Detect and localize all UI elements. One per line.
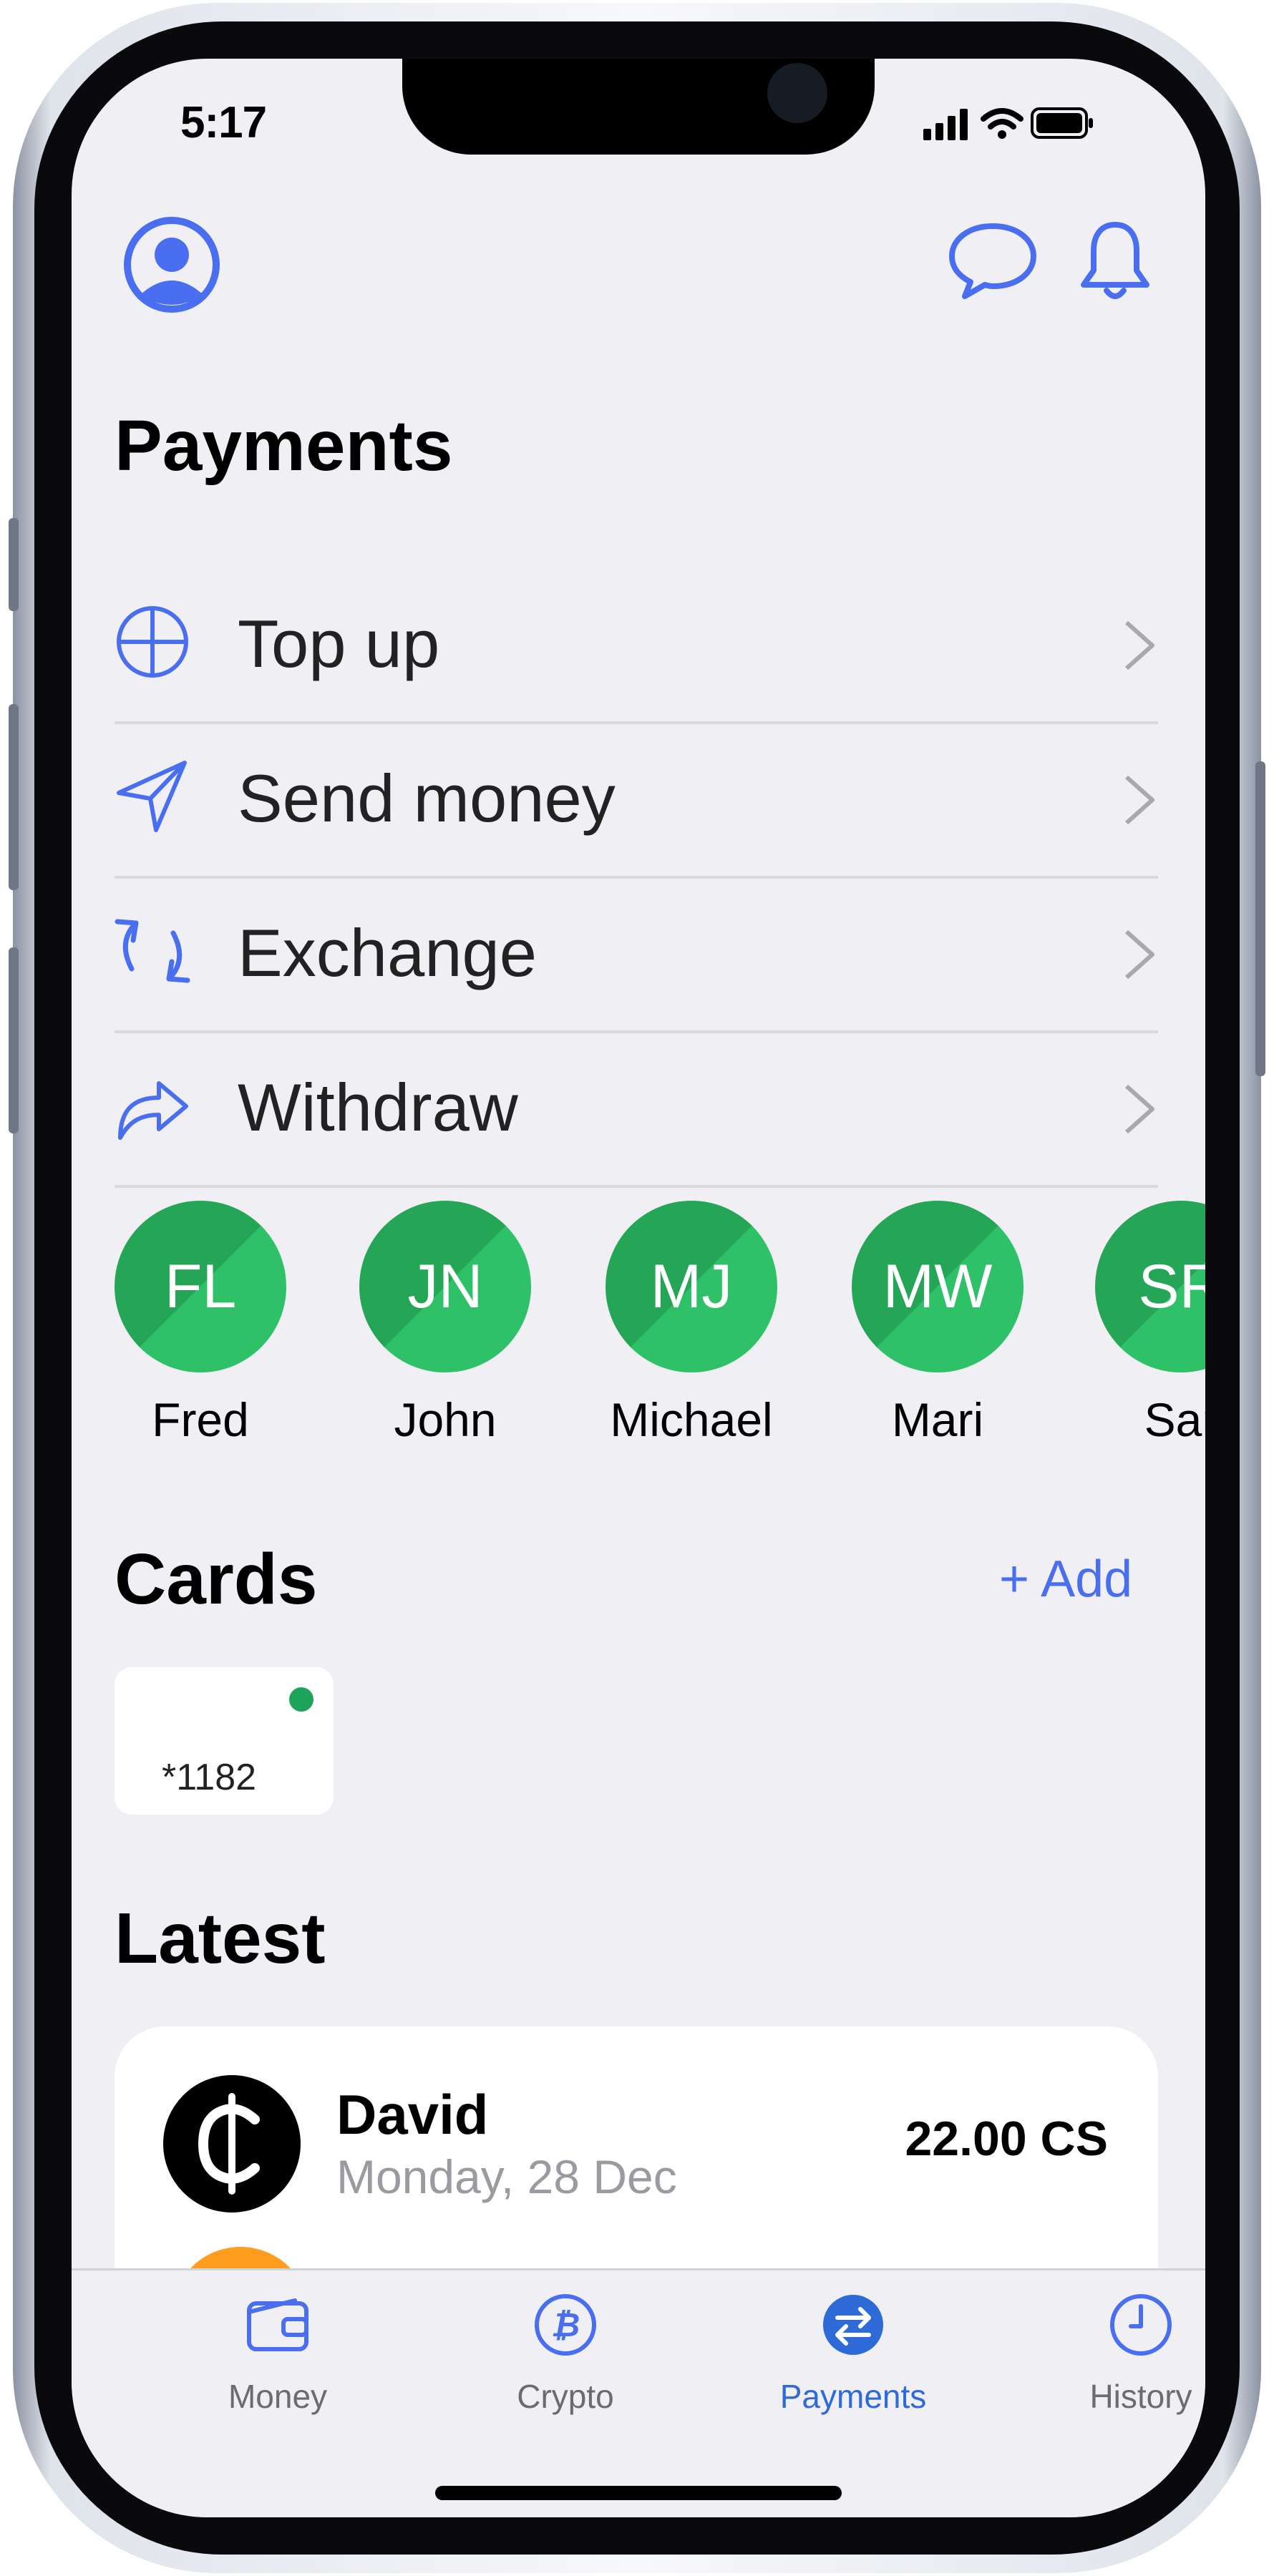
card-tile[interactable]: *1182	[115, 1667, 334, 1815]
tab-payments[interactable]: Payments	[746, 2290, 961, 2416]
contact-michael[interactable]: MJ Michael	[606, 1201, 777, 1447]
latest-title: Latest	[115, 1898, 326, 1979]
side-button	[9, 518, 19, 611]
status-time: 5:17	[180, 98, 267, 147]
chevron-right-icon	[1125, 1084, 1154, 1134]
row-label: Withdraw	[238, 1070, 518, 1145]
transaction-row[interactable]: David Monday, 28 Dec 22.00 CS	[115, 2026, 1158, 2234]
bell-icon	[1081, 222, 1149, 299]
transaction-date: Monday, 28 Dec	[336, 2150, 677, 2203]
add-card-button[interactable]: + Add	[999, 1550, 1132, 1609]
chevron-right-icon	[1125, 620, 1154, 670]
contact-name: Sar	[1144, 1393, 1205, 1446]
contact-sar[interactable]: SR Sar	[1095, 1201, 1205, 1447]
cedi-sign-icon	[163, 2075, 301, 2212]
share-arrow-icon	[118, 1081, 188, 1140]
side-button	[9, 947, 19, 1133]
payment-row-top-up[interactable]: Top up	[115, 570, 1158, 724]
user-circle-icon	[124, 217, 220, 313]
side-button	[9, 704, 19, 890]
paper-plane-icon	[117, 761, 187, 832]
notifications-button[interactable]	[1078, 218, 1152, 305]
transfer-arrows-icon	[823, 2295, 883, 2355]
signal-wifi-battery-icon	[923, 107, 1093, 140]
contact-fred[interactable]: FL Fred	[115, 1201, 286, 1447]
chat-bubble-icon	[949, 223, 1036, 299]
chevron-right-icon	[1125, 775, 1154, 825]
home-indicator[interactable]	[435, 2486, 842, 2500]
row-label: Top up	[238, 606, 440, 681]
chevron-right-icon	[1125, 930, 1154, 980]
tab-bar: Money ₿ Crypto Payments History	[72, 2268, 1205, 2517]
payment-row-withdraw[interactable]: Withdraw	[115, 1033, 1158, 1188]
refresh-arrows-icon	[115, 919, 190, 983]
tab-label: Crypto	[517, 2378, 614, 2415]
side-button	[1255, 761, 1265, 1076]
contact-avatar: JN	[359, 1201, 531, 1372]
payment-row-exchange[interactable]: Exchange	[115, 879, 1158, 1033]
tab-money[interactable]: Money	[170, 2290, 385, 2416]
bitcoin-icon: ₿	[535, 2294, 596, 2356]
camera-icon	[767, 63, 827, 123]
card-number: *1182	[162, 1757, 257, 1798]
svg-text:₿: ₿	[551, 2306, 580, 2344]
contact-avatar: MW	[852, 1201, 1023, 1372]
app-screen: 5:17 Payments Top up Send money Exchange…	[72, 59, 1205, 2517]
row-label: Exchange	[238, 915, 538, 990]
tab-label: Payments	[779, 2378, 927, 2415]
contact-name: John	[394, 1393, 497, 1446]
card-status-dot	[289, 1687, 313, 1712]
contact-name: Mari	[891, 1393, 984, 1446]
plus-circle-icon	[117, 606, 188, 678]
tab-history[interactable]: History	[1034, 2290, 1205, 2416]
contact-avatar: FL	[115, 1201, 286, 1372]
divider	[115, 1185, 1158, 1188]
profile-button[interactable]	[122, 215, 222, 315]
tab-label: History	[1089, 2378, 1192, 2415]
cards-title: Cards	[115, 1539, 318, 1619]
wallet-icon	[247, 2298, 308, 2351]
contact-name: Michael	[610, 1393, 773, 1446]
contact-avatar: MJ	[606, 1201, 777, 1372]
tab-crypto[interactable]: ₿ Crypto	[458, 2290, 673, 2416]
row-label: Send money	[238, 761, 616, 836]
payment-row-send-money[interactable]: Send money	[115, 724, 1158, 879]
transaction-name: David	[336, 2083, 489, 2146]
tab-label: Money	[228, 2378, 328, 2415]
status-icons	[923, 103, 1095, 147]
payments-title: Payments	[115, 406, 453, 486]
contact-avatar: SR	[1095, 1201, 1205, 1372]
chat-button[interactable]	[948, 222, 1038, 301]
contact-john[interactable]: JN John	[359, 1201, 531, 1447]
contact-name: Fred	[152, 1393, 249, 1446]
contact-mari[interactable]: MW Mari	[852, 1201, 1023, 1447]
clock-icon	[1110, 2294, 1172, 2356]
transaction-amount: 22.00 CS	[905, 2112, 1108, 2166]
notch	[402, 59, 875, 155]
